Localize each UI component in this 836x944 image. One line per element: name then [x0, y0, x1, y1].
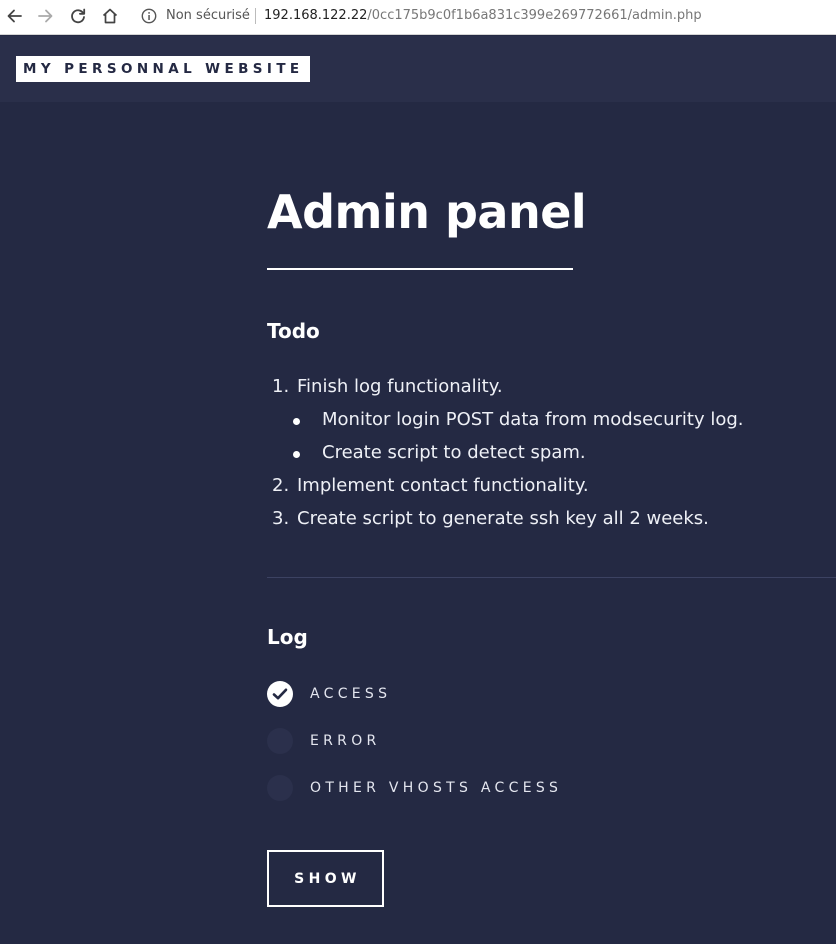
todo-item-text: Create script to generate ssh key all 2 …: [297, 508, 709, 529]
radio-button[interactable]: [267, 728, 293, 754]
radio-label[interactable]: ACCESS: [310, 685, 391, 703]
bullet-icon: [293, 451, 300, 458]
site-header: MY PERSONNAL WEBSITE: [0, 36, 836, 102]
radio-button[interactable]: [267, 681, 293, 707]
todo-item-text: Implement contact functionality.: [297, 475, 589, 496]
back-icon[interactable]: [3, 5, 25, 27]
site-logo[interactable]: MY PERSONNAL WEBSITE: [16, 56, 310, 82]
url-path: /0cc175b9c0f1b6a831c399e269772661/admin.…: [367, 8, 702, 23]
todo-item-text: Finish log functionality.: [297, 376, 503, 397]
bullet-icon: [293, 418, 300, 425]
checkmark-icon: [272, 688, 288, 700]
title-underline: [267, 268, 573, 270]
forward-icon[interactable]: [35, 5, 57, 27]
section-divider: [267, 577, 836, 578]
page-title: Admin panel: [267, 185, 587, 239]
address-bar[interactable]: 192.168.122.22/0cc175b9c0f1b6a831c399e26…: [264, 8, 702, 24]
todo-subitem-text: Monitor login POST data from modsecurity…: [322, 409, 744, 430]
security-label[interactable]: Non sécurisé: [166, 8, 250, 24]
home-icon[interactable]: [99, 5, 121, 27]
todo-subitem-text: Create script to detect spam.: [322, 442, 586, 463]
radio-button[interactable]: [267, 775, 293, 801]
show-button[interactable]: SHOW: [267, 850, 384, 907]
radio-label[interactable]: ERROR: [310, 732, 381, 750]
browser-toolbar: Non sécurisé 192.168.122.22/0cc175b9c0f1…: [0, 0, 836, 35]
reload-icon[interactable]: [67, 5, 89, 27]
todo-item-number: 3.: [272, 508, 290, 529]
radio-label[interactable]: OTHER VHOSTS ACCESS: [310, 779, 562, 797]
todo-item-number: 1.: [272, 376, 290, 397]
url-host: 192.168.122.22: [264, 8, 368, 23]
todo-heading: Todo: [267, 319, 320, 343]
info-icon[interactable]: [141, 8, 157, 24]
todo-item-number: 2.: [272, 475, 290, 496]
address-separator: [255, 8, 256, 24]
log-heading: Log: [267, 625, 308, 649]
